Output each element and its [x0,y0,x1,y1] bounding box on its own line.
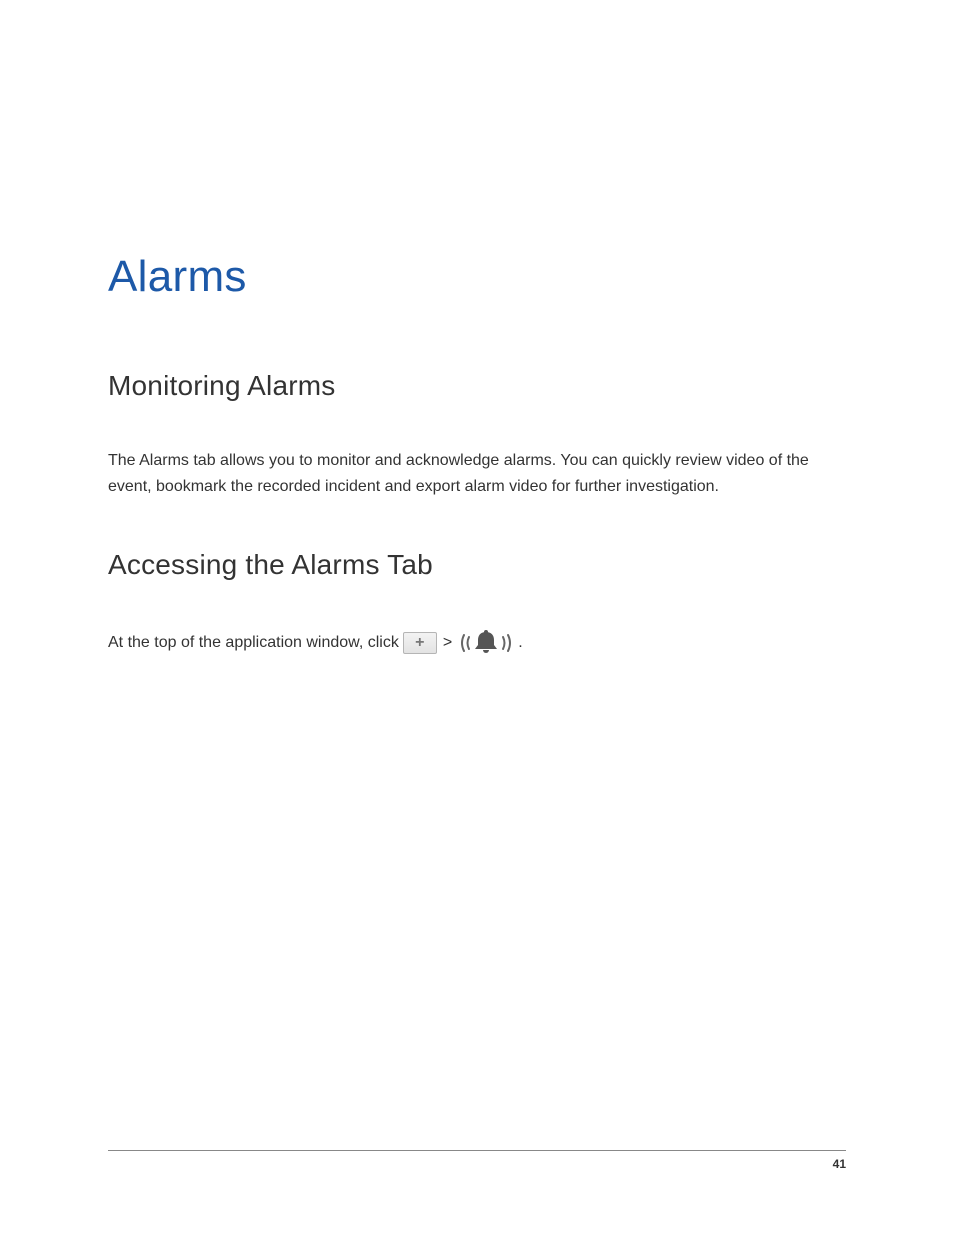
separator-chevron: > [441,634,454,652]
page-footer: 41 [108,1150,846,1171]
page-title: Alarms [108,0,846,302]
section-heading-accessing: Accessing the Alarms Tab [108,549,846,581]
accessing-trail-text: . [518,634,522,652]
section-heading-monitoring: Monitoring Alarms [108,370,846,402]
document-page: Alarms Monitoring Alarms The Alarms tab … [0,0,954,1235]
plus-icon: + [403,632,437,654]
paragraph-monitoring: The Alarms tab allows you to monitor and… [108,448,846,501]
paragraph-accessing: At the top of the application window, cl… [108,627,846,659]
alarm-bell-icon [458,627,514,659]
accessing-lead-text: At the top of the application window, cl… [108,634,399,652]
page-number: 41 [833,1157,846,1171]
